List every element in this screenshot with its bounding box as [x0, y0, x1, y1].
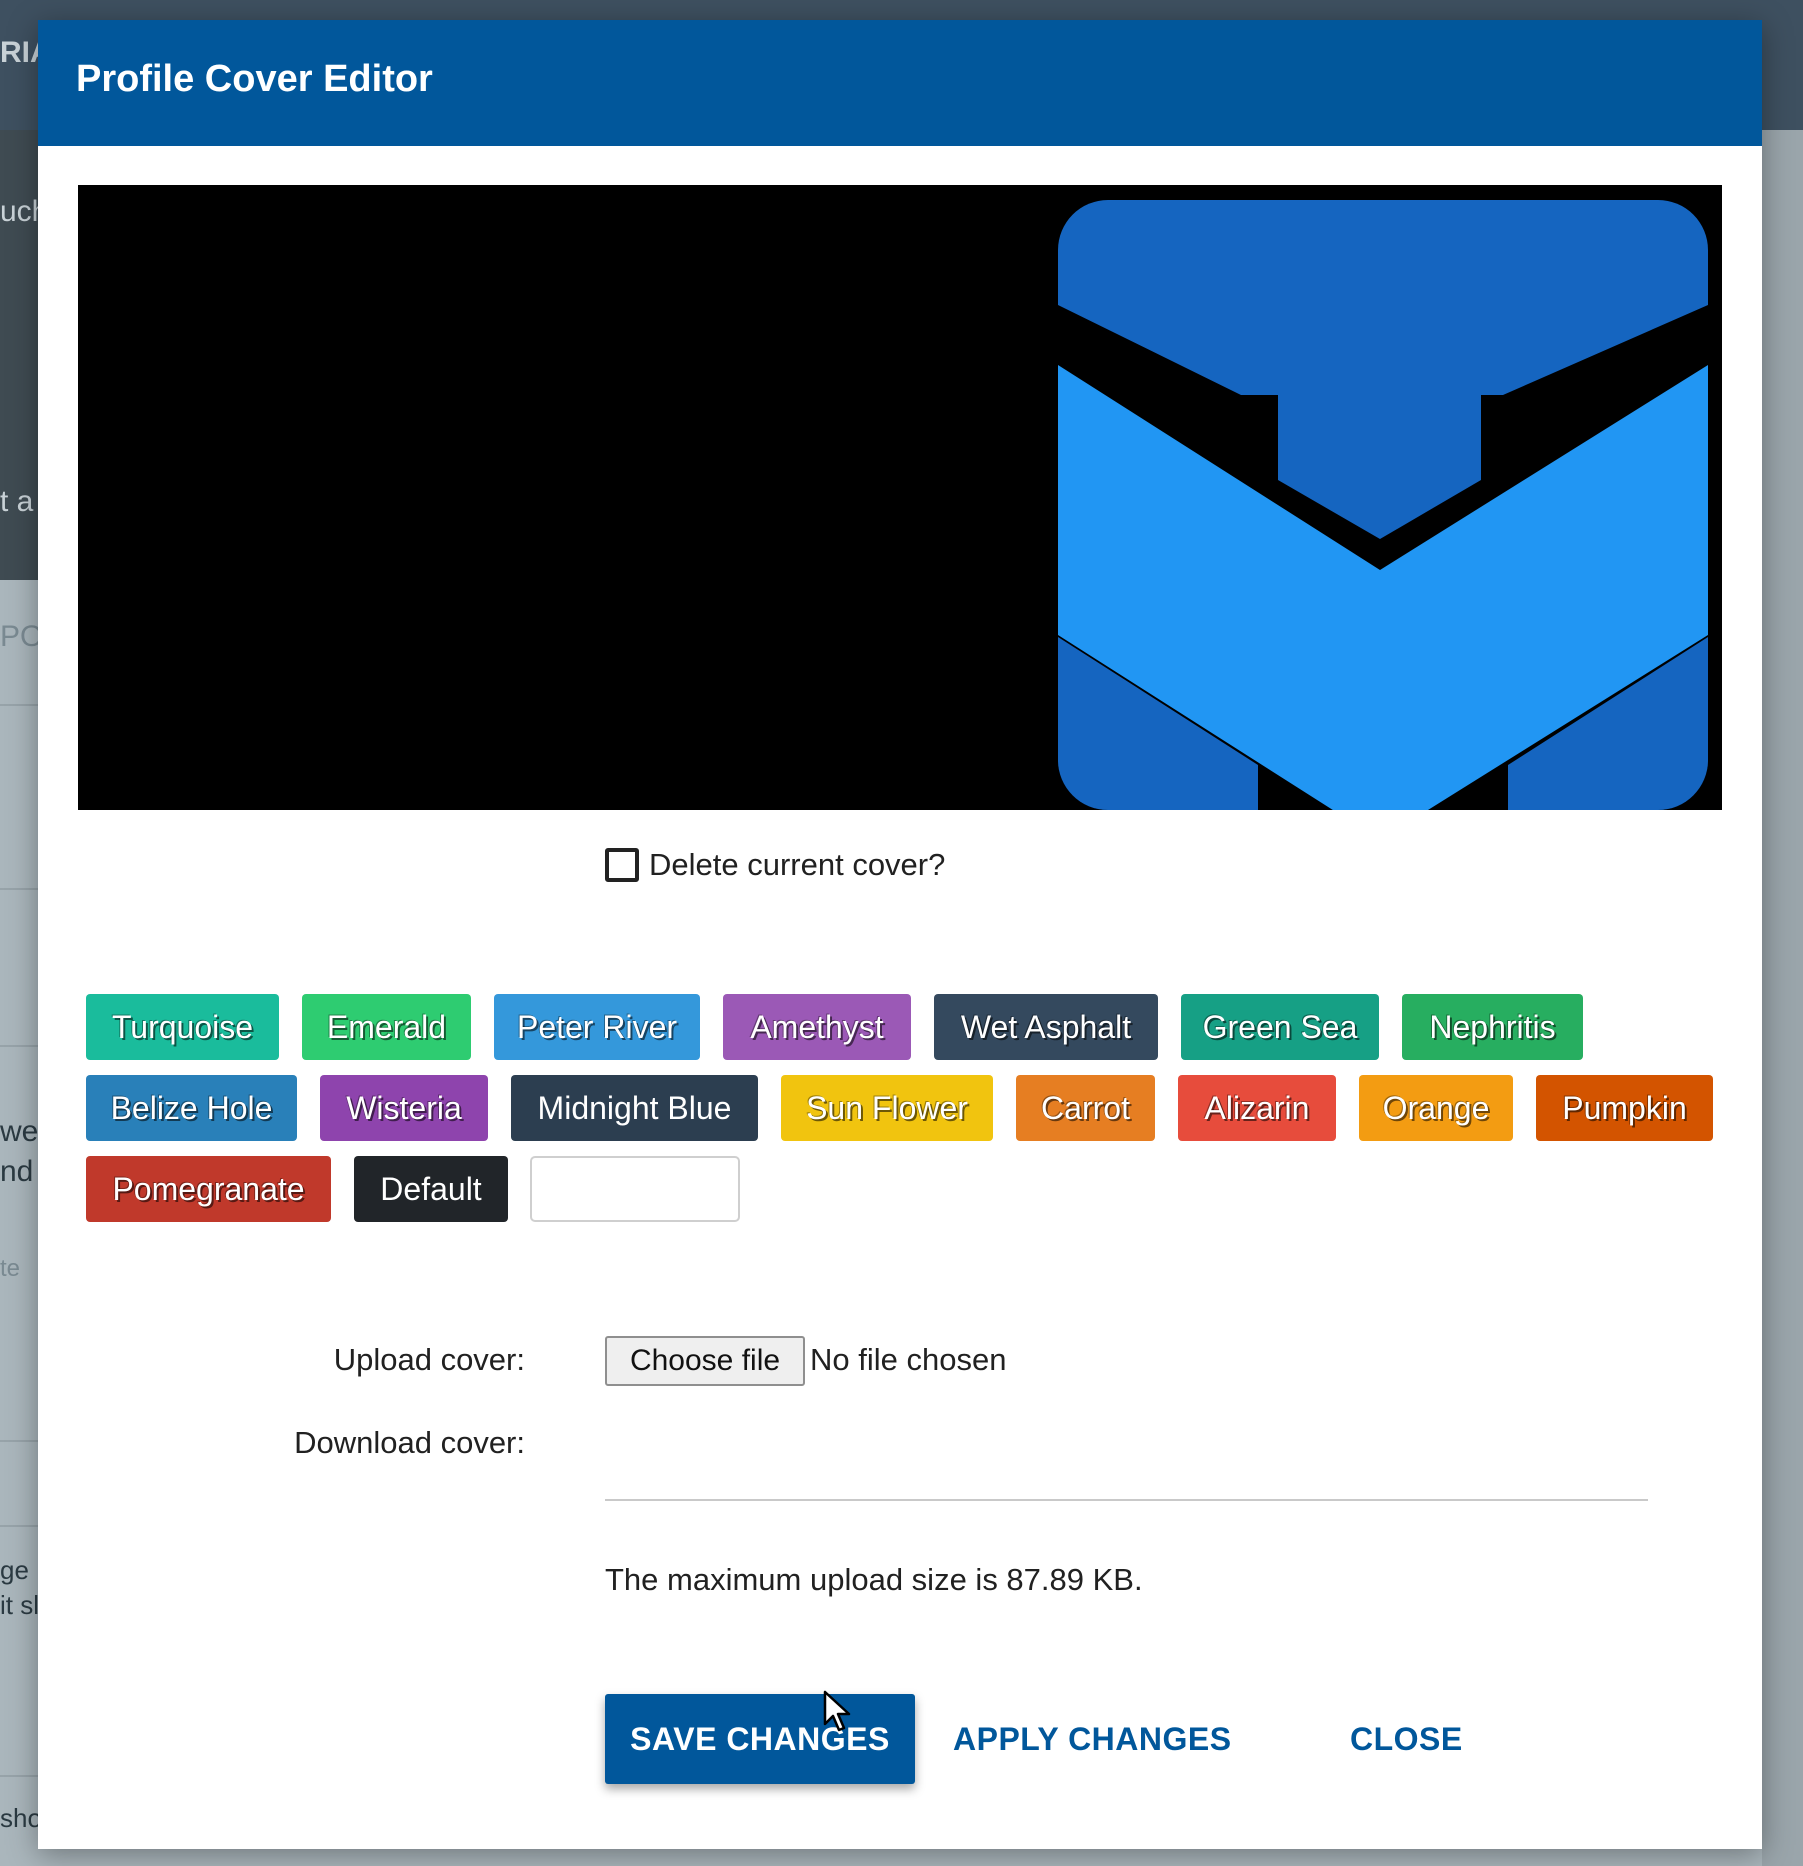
color-swatch-nephritis[interactable]: Nephritis — [1402, 994, 1583, 1060]
file-status-text: No file chosen — [810, 1342, 1007, 1377]
site-logo-icon — [1058, 200, 1708, 810]
background-divider — [0, 1525, 38, 1527]
background-text-fragment: uch — [0, 195, 38, 228]
mouse-pointer-icon — [823, 1690, 851, 1732]
download-cover-field[interactable] — [605, 1499, 1648, 1501]
color-swatch-label: Pomegranate — [112, 1170, 305, 1207]
max-upload-size-text: The maximum upload size is 87.89 KB. — [605, 1562, 1143, 1597]
color-swatch-pumpkin[interactable]: Pumpkin — [1536, 1075, 1713, 1141]
color-swatch-turquoise[interactable]: Turquoise — [86, 994, 279, 1060]
color-swatch-default[interactable]: Default — [354, 1156, 508, 1222]
color-swatch-label: Belize Hole — [110, 1089, 273, 1126]
color-swatch-label: Carrot — [1041, 1089, 1130, 1126]
background-text-fragment: it sl — [0, 1590, 38, 1620]
color-swatch-label: Nephritis — [1429, 1008, 1556, 1045]
upload-cover-label: Upload cover: — [333, 1342, 525, 1377]
background-text-fragment: POS — [0, 620, 38, 653]
background-divider — [0, 1045, 38, 1047]
color-swatch-orange[interactable]: Orange — [1359, 1075, 1513, 1141]
background-divider — [0, 888, 38, 890]
dialog-header: Profile Cover Editor — [38, 20, 1762, 146]
background-text-fragment: RIA — [0, 36, 38, 69]
background-text-fragment: nd v — [0, 1155, 38, 1188]
delete-cover-row: Delete current cover? — [605, 845, 945, 885]
choose-file-button[interactable]: Choose file — [605, 1336, 805, 1386]
color-swatch-label: Alizarin — [1204, 1089, 1310, 1126]
save-changes-button[interactable]: SAVE CHANGES — [605, 1694, 915, 1784]
background-text-fragment: show — [0, 1803, 38, 1833]
background-divider — [0, 1440, 38, 1442]
color-swatch-wisteria[interactable]: Wisteria — [320, 1075, 488, 1141]
color-swatch-label: Amethyst — [750, 1008, 884, 1045]
color-swatch-midnight-blue[interactable]: Midnight Blue — [511, 1075, 758, 1141]
color-swatch-label: Turquoise — [111, 1008, 254, 1045]
background-divider — [0, 704, 38, 706]
color-swatch-label: Wisteria — [346, 1089, 462, 1126]
color-swatch-pomegranate[interactable]: Pomegranate — [86, 1156, 331, 1222]
delete-cover-checkbox[interactable] — [605, 848, 639, 882]
color-swatch-label: Orange — [1382, 1089, 1490, 1126]
apply-changes-button[interactable]: APPLY CHANGES — [953, 1694, 1232, 1784]
color-swatch-wet-asphalt[interactable]: Wet Asphalt — [934, 994, 1158, 1060]
color-swatch-amethyst[interactable]: Amethyst — [723, 994, 911, 1060]
background-text-fragment: t a — [0, 485, 34, 518]
color-swatch-carrot[interactable]: Carrot — [1016, 1075, 1155, 1141]
color-swatch-label: Wet Asphalt — [960, 1008, 1132, 1045]
custom-color-input[interactable] — [530, 1156, 740, 1222]
background-text-fragment: te — [0, 1255, 21, 1282]
profile-cover-editor-dialog: Profile Cover Editor Delete current cove… — [38, 20, 1762, 1849]
delete-cover-label[interactable]: Delete current cover? — [649, 847, 945, 883]
color-swatch-green-sea[interactable]: Green Sea — [1181, 994, 1379, 1060]
color-swatch-label: Pumpkin — [1562, 1089, 1687, 1126]
color-swatch-emerald[interactable]: Emerald — [302, 994, 471, 1060]
color-swatch-peter-river[interactable]: Peter River — [494, 994, 700, 1060]
background-text-fragment: we — [0, 1115, 38, 1148]
color-swatch-label: Default — [380, 1170, 482, 1207]
color-swatch-belize-hole[interactable]: Belize Hole — [86, 1075, 297, 1141]
color-swatch-label: Peter River — [516, 1008, 678, 1045]
color-swatch-label: Green Sea — [1202, 1008, 1358, 1045]
dialog-title: Profile Cover Editor — [76, 58, 433, 100]
background-text-fragment: ge — [0, 1555, 29, 1585]
download-cover-label: Download cover: — [294, 1425, 525, 1460]
color-swatch-alizarin[interactable]: Alizarin — [1178, 1075, 1336, 1141]
color-swatch-sun-flower[interactable]: Sun Flower — [781, 1075, 993, 1141]
background-right-panel — [1762, 130, 1803, 1866]
color-swatch-label: Sun Flower — [806, 1089, 968, 1126]
cover-preview-image — [78, 185, 1722, 810]
background-divider — [0, 1775, 38, 1777]
color-swatch-label: Emerald — [326, 1008, 447, 1045]
close-button[interactable]: CLOSE — [1350, 1694, 1463, 1784]
color-swatch-label: Midnight Blue — [537, 1089, 732, 1126]
